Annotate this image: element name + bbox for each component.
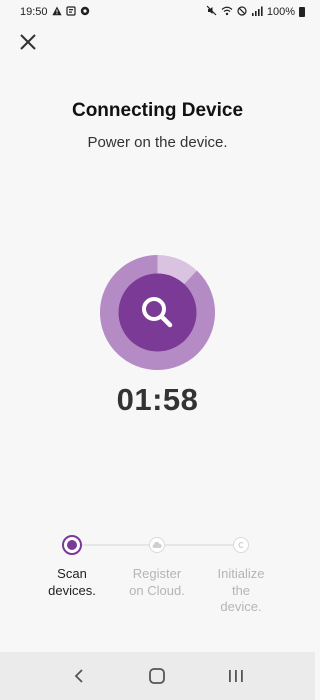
settings-badge-icon <box>80 6 90 19</box>
step-register-label-line2: on Cloud. <box>129 582 185 598</box>
battery-percent: 100% <box>266 6 295 18</box>
step-initialize-label-line2: the <box>231 582 251 598</box>
wifi-icon <box>221 6 233 19</box>
warning-icon <box>51 6 62 19</box>
recent-apps-button[interactable] <box>221 661 251 691</box>
step-initialize-indicator <box>233 537 249 553</box>
step-scan-label: Scan devices. <box>32 566 112 599</box>
home-icon <box>149 668 166 684</box>
step-register-indicator <box>149 537 165 553</box>
step-scan-label-line2: devices. <box>48 582 96 598</box>
step-register-label-line1: Register <box>132 566 182 581</box>
status-left: 19:50 <box>20 5 90 19</box>
copyright-icon <box>238 542 244 548</box>
status-bar: 19:50 100% <box>0 0 315 24</box>
step-scan-indicator <box>62 535 82 555</box>
countdown-timer: 01:58 <box>116 382 199 417</box>
back-chevron-icon <box>74 669 83 683</box>
mute-icon <box>206 5 217 19</box>
close-button[interactable] <box>16 30 40 54</box>
status-right: 100% <box>206 5 305 19</box>
notification-card-icon <box>65 5 76 19</box>
back-button[interactable] <box>64 661 94 691</box>
recent-apps-icon <box>228 670 243 682</box>
page-subtitle: Power on the device. <box>87 134 228 151</box>
page-title: Connecting Device <box>71 100 244 121</box>
step-initialize-label-line3: device. <box>220 599 262 614</box>
do-not-disturb-icon <box>237 5 247 19</box>
close-icon <box>20 34 36 50</box>
step-register-label: Register on Cloud. <box>117 566 197 599</box>
signal-icon <box>251 6 263 19</box>
cloud-icon <box>152 541 162 548</box>
step-scan-label-line1: Scan <box>57 566 87 581</box>
battery-icon <box>299 7 305 17</box>
scan-button-circle <box>118 273 197 352</box>
step-initialize-label-line1: Initialize <box>217 566 265 581</box>
system-nav-bar <box>0 652 315 700</box>
status-time: 19:50 <box>20 6 48 18</box>
scan-progress-ring <box>99 255 215 370</box>
home-button[interactable] <box>142 661 172 691</box>
step-initialize-label: Initialize the device. <box>201 566 281 616</box>
